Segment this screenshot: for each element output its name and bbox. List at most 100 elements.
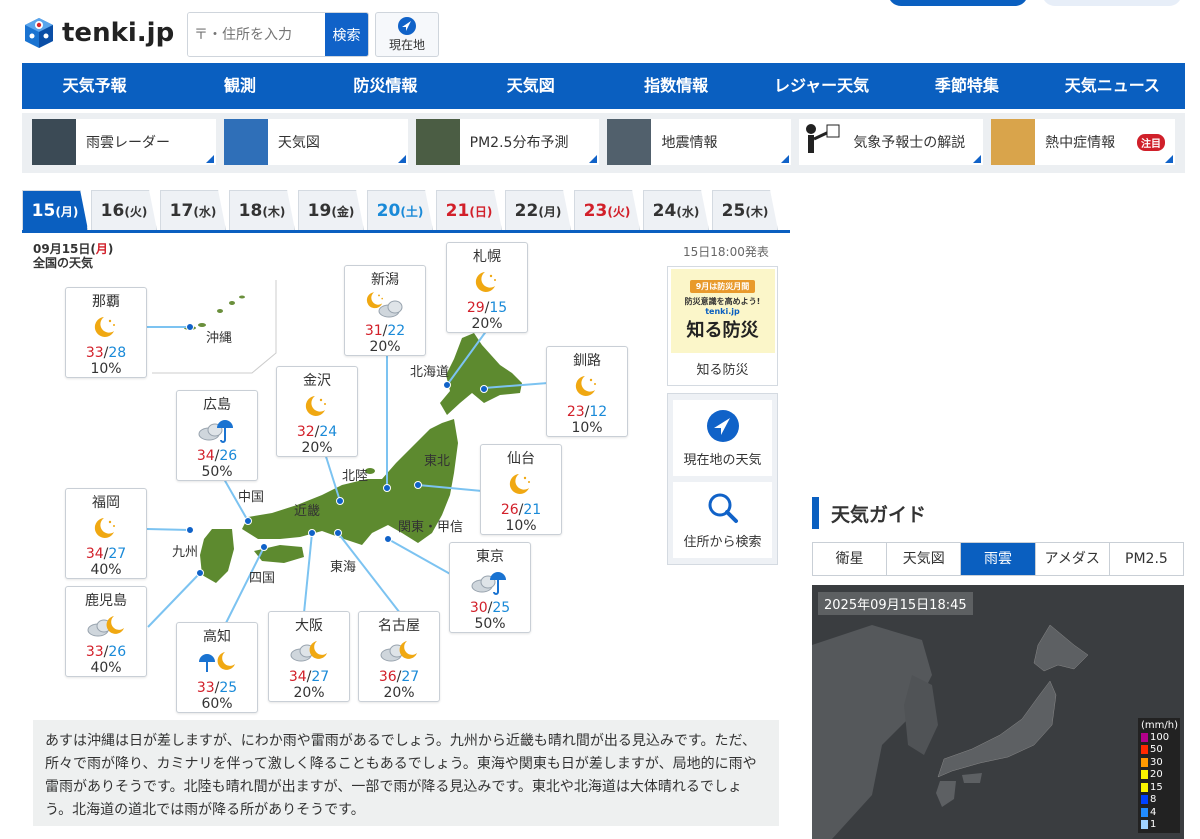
top-secondary-button[interactable] bbox=[1042, 0, 1182, 6]
search-button[interactable]: 検索 bbox=[325, 13, 368, 56]
quick-link-thumbnail bbox=[223, 119, 268, 165]
city-card-9[interactable]: 鹿児島 33/26 40% bbox=[65, 586, 147, 677]
region-label-tohoku: 東北 bbox=[424, 454, 451, 469]
date-tab-18[interactable]: 18(木) bbox=[229, 190, 295, 230]
temperature: 31/22 bbox=[364, 323, 406, 339]
weather-icon bbox=[447, 266, 527, 300]
region-label-hokkaido: 北海道 bbox=[410, 365, 450, 380]
city-card-5[interactable]: 広島 34/26 50% bbox=[176, 390, 258, 481]
weather-icon bbox=[66, 512, 146, 546]
radar-timestamp: 2025年09月15日18:45 bbox=[818, 592, 973, 615]
quick-link-2[interactable]: PM2.5分布予測 bbox=[415, 119, 600, 165]
nav-item-2[interactable]: 防災情報 bbox=[313, 63, 458, 109]
weather-guide-title: 天気ガイド bbox=[812, 497, 926, 529]
radar-map[interactable]: 2025年09月15日18:45 (mm/h) 100 50 30 20 15 8 4 1 bbox=[812, 585, 1184, 839]
city-card-8[interactable]: 東京 30/25 50% bbox=[449, 542, 531, 633]
nav-item-6[interactable]: 季節特集 bbox=[894, 63, 1039, 109]
city-card-4[interactable]: 金沢 32/24 20% bbox=[276, 366, 358, 457]
weather-icon bbox=[277, 390, 357, 424]
weather-icon bbox=[66, 610, 146, 644]
city-name: 福岡 bbox=[92, 495, 120, 511]
date-tab-16[interactable]: 16(火) bbox=[91, 190, 157, 230]
nav-item-0[interactable]: 天気予報 bbox=[22, 63, 167, 109]
precip-probability: 40% bbox=[90, 660, 122, 676]
current-weather-button[interactable]: 現在地の天気 bbox=[673, 400, 772, 476]
city-name: 高知 bbox=[203, 629, 231, 645]
search-icon bbox=[708, 493, 738, 523]
weather-icon bbox=[547, 370, 627, 404]
guide-tab-2[interactable]: 雨雲 bbox=[961, 543, 1036, 575]
location-arrow-icon bbox=[398, 17, 416, 35]
legend-row: 20 bbox=[1141, 769, 1177, 782]
current-location-label: 現在地 bbox=[388, 38, 425, 52]
city-card-2[interactable]: 札幌 29/15 20% bbox=[446, 242, 528, 333]
city-card-10[interactable]: 高知 33/25 60% bbox=[176, 622, 258, 713]
address-search-button[interactable]: 住所から検索 bbox=[673, 482, 772, 558]
quick-link-label: 熱中症情報 bbox=[1045, 135, 1116, 151]
date-tab-24[interactable]: 24(水) bbox=[643, 190, 709, 230]
address-search-input[interactable] bbox=[188, 13, 325, 56]
bosai-banner[interactable]: 9月は防災月間 防災意識を高めよう! tenki.jp 知る防災 知る防災 bbox=[667, 266, 778, 386]
city-name: 札幌 bbox=[473, 249, 501, 265]
temperature: 36/27 bbox=[378, 669, 420, 685]
precip-probability: 20% bbox=[301, 440, 333, 456]
date-tab-15[interactable]: 15(月) bbox=[22, 190, 88, 230]
top-primary-button[interactable] bbox=[888, 0, 1028, 6]
date-tab-20[interactable]: 20(土) bbox=[367, 190, 433, 230]
kyushu-shape bbox=[200, 529, 234, 583]
quick-link-0[interactable]: 雨雲レーダー bbox=[32, 119, 216, 165]
weather-icon bbox=[450, 566, 530, 600]
nav-item-4[interactable]: 指数情報 bbox=[604, 63, 749, 109]
date-tab-19[interactable]: 19(金) bbox=[298, 190, 364, 230]
quick-link-label: 地震情報 bbox=[661, 135, 718, 151]
current-location-button[interactable]: 現在地 bbox=[375, 12, 439, 57]
guide-tab-4[interactable]: PM2.5 bbox=[1110, 543, 1183, 575]
date-tab-22[interactable]: 22(月) bbox=[505, 190, 571, 230]
quick-link-thumbnail bbox=[991, 119, 1036, 165]
bosai-banner-image: 9月は防災月間 防災意識を高めよう! tenki.jp 知る防災 bbox=[670, 269, 775, 353]
date-tab-17[interactable]: 17(水) bbox=[160, 190, 226, 230]
temperature: 30/25 bbox=[469, 600, 511, 616]
guide-tab-3[interactable]: アメダス bbox=[1036, 543, 1110, 575]
address-search: 検索 bbox=[187, 12, 369, 57]
city-name: 金沢 bbox=[303, 373, 331, 389]
city-card-12[interactable]: 名古屋 36/27 20% bbox=[358, 611, 440, 702]
precip-probability: 20% bbox=[383, 685, 415, 701]
city-name: 東京 bbox=[476, 549, 504, 565]
nav-item-5[interactable]: レジャー天気 bbox=[749, 63, 894, 109]
city-card-11[interactable]: 大阪 34/27 20% bbox=[268, 611, 350, 702]
city-name: 名古屋 bbox=[378, 618, 420, 634]
forecast-date: 09月15日(月) 全国の天気 bbox=[33, 242, 114, 270]
map-subtitle: 全国の天気 bbox=[33, 256, 94, 270]
city-name: 新潟 bbox=[371, 272, 399, 288]
quick-link-3[interactable]: 地震情報 bbox=[607, 119, 792, 165]
quick-link-4[interactable]: 気象予報士の解説 bbox=[799, 119, 984, 165]
nav-item-3[interactable]: 天気図 bbox=[458, 63, 603, 109]
side-actions: 現在地の天気 住所から検索 bbox=[667, 393, 778, 565]
date-tab-21[interactable]: 21(日) bbox=[436, 190, 502, 230]
nav-item-7[interactable]: 天気ニュース bbox=[1040, 63, 1185, 109]
region-label-kinki: 近畿 bbox=[294, 504, 321, 519]
guide-tab-0[interactable]: 衛星 bbox=[813, 543, 888, 575]
city-card-3[interactable]: 釧路 23/12 10% bbox=[546, 346, 628, 437]
city-card-0[interactable]: 那覇 33/28 10% bbox=[65, 287, 147, 378]
legend-row: 30 bbox=[1141, 756, 1177, 769]
logo-cube-icon bbox=[25, 18, 53, 48]
region-label-okinawa: 沖縄 bbox=[206, 331, 233, 346]
city-card-6[interactable]: 仙台 26/21 10% bbox=[480, 444, 562, 535]
quick-link-5[interactable]: 熱中症情報 注目 bbox=[991, 119, 1175, 165]
weather-icon bbox=[177, 646, 257, 680]
legend-row: 1 bbox=[1141, 819, 1177, 832]
city-card-7[interactable]: 福岡 34/27 40% bbox=[65, 488, 147, 579]
nav-item-1[interactable]: 観測 bbox=[167, 63, 312, 109]
city-card-1[interactable]: 新潟 31/22 20% bbox=[344, 265, 426, 356]
date-tab-23[interactable]: 23(火) bbox=[574, 190, 640, 230]
quick-link-1[interactable]: 天気図 bbox=[223, 119, 408, 165]
date-tab-25[interactable]: 25(木) bbox=[712, 190, 778, 230]
site-logo[interactable]: tenki.jp bbox=[22, 16, 174, 50]
city-name: 那覇 bbox=[92, 294, 120, 310]
guide-tab-1[interactable]: 天気図 bbox=[887, 543, 962, 575]
precip-probability: 10% bbox=[90, 361, 122, 377]
quick-link-label: 天気図 bbox=[277, 135, 320, 151]
precip-probability: 50% bbox=[474, 616, 506, 632]
